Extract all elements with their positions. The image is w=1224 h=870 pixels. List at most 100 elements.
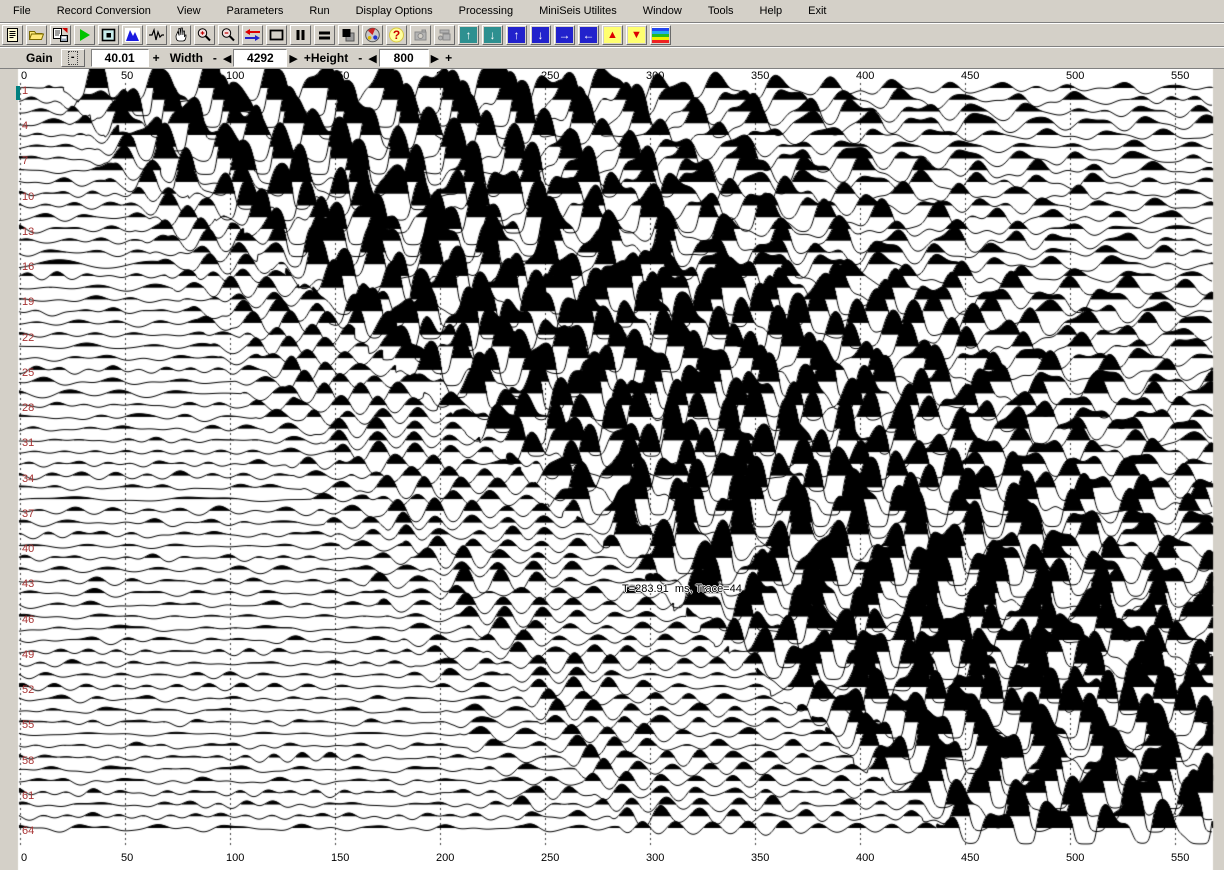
x-tick-bottom-250: 250	[541, 852, 559, 864]
new-record-button[interactable]	[2, 25, 23, 45]
gain-value-field[interactable]: 40.01	[91, 49, 149, 67]
gain-toolbar: Gain - 40.01 + Width - ◀ 4292 ▶ + Height…	[0, 47, 1224, 69]
trace-number-label-64: 64	[22, 825, 34, 837]
split-vertical-button[interactable]	[290, 25, 311, 45]
menu-item-display-options[interactable]: Display Options	[343, 1, 446, 21]
blue-left-arrow-icon: ←	[580, 27, 597, 43]
trace-number-label-16: 16	[22, 261, 34, 273]
disabled-tool-1-button[interactable]	[410, 25, 431, 45]
blue-up-arrow-icon: ↑	[508, 27, 525, 43]
help-button[interactable]: ?	[386, 25, 407, 45]
trace-number-label-46: 46	[22, 614, 34, 626]
menu-item-tools[interactable]: Tools	[695, 1, 747, 21]
svg-text:?: ?	[393, 28, 400, 42]
gain-decrease-button[interactable]: -	[61, 49, 85, 67]
gain-label: Gain	[26, 51, 53, 65]
x-tick-bottom-200: 200	[436, 852, 454, 864]
gain-down-button[interactable]: ↓	[482, 25, 503, 45]
gain-up-button[interactable]: ↑	[458, 25, 479, 45]
x-tick-bottom-550: 550	[1171, 852, 1189, 864]
histogram-icon	[124, 27, 141, 43]
width-label: Width	[170, 51, 203, 65]
play-icon	[76, 27, 93, 43]
overlap-squares-icon	[340, 27, 357, 43]
height-increase-button[interactable]: +	[445, 51, 452, 65]
menu-item-record-conversion[interactable]: Record Conversion	[44, 1, 164, 21]
x-tick-top-150: 150	[331, 70, 349, 82]
teal-up-arrow-icon: ↑	[460, 27, 477, 43]
x-tick-bottom-500: 500	[1066, 852, 1084, 864]
single-window-button[interactable]	[266, 25, 287, 45]
height-value-field[interactable]: 800	[379, 49, 429, 67]
width-spin-left-button[interactable]: ◀	[223, 52, 231, 65]
scroll-right-button[interactable]: →	[554, 25, 575, 45]
menu-item-view[interactable]: View	[164, 1, 214, 21]
menu-item-help[interactable]: Help	[747, 1, 796, 21]
height-decrease-button[interactable]: -	[358, 51, 362, 65]
swap-direction-button[interactable]	[242, 25, 263, 45]
seismic-wiggle-canvas[interactable]	[0, 69, 1224, 870]
menu-item-file[interactable]: File	[0, 1, 44, 21]
menu-item-exit[interactable]: Exit	[795, 1, 839, 21]
x-tick-bottom-300: 300	[646, 852, 664, 864]
trace-number-label-13: 13	[22, 226, 34, 238]
play-button[interactable]	[74, 25, 95, 45]
zoom-out-button[interactable]	[218, 25, 239, 45]
split-horizontal-button[interactable]	[314, 25, 335, 45]
amplitude-histogram-button[interactable]	[122, 25, 143, 45]
menu-item-miniseis-utilites[interactable]: MiniSeis Utilites	[526, 1, 630, 21]
blue-right-arrow-icon: →	[556, 27, 573, 43]
horizontal-bars-icon	[316, 27, 333, 43]
color-disc-icon	[364, 27, 381, 43]
open-file-button[interactable]	[26, 25, 47, 45]
page-icon	[4, 27, 21, 43]
height-spin-left-button[interactable]: ◀	[368, 52, 376, 65]
disabled-clip-icon	[436, 27, 453, 43]
scroll-left-button[interactable]: ←	[578, 25, 599, 45]
height-spin-right-button[interactable]: ▶	[431, 52, 439, 65]
x-tick-top-200: 200	[436, 70, 454, 82]
menu-item-window[interactable]: Window	[630, 1, 695, 21]
menu-item-run[interactable]: Run	[296, 1, 342, 21]
trace-number-label-55: 55	[22, 719, 34, 731]
wiggle-icon	[148, 27, 165, 43]
trace-number-label-52: 52	[22, 684, 34, 696]
hand-icon	[172, 27, 189, 43]
blue-down-arrow-icon: ↓	[532, 27, 549, 43]
menu-item-processing[interactable]: Processing	[446, 1, 526, 21]
gain-increase-button[interactable]: +	[153, 51, 160, 65]
trace-number-label-22: 22	[22, 332, 34, 344]
color-display-button[interactable]	[362, 25, 383, 45]
scroll-down-button[interactable]: ↓	[530, 25, 551, 45]
wiggle-trace-button[interactable]	[146, 25, 167, 45]
width-decrease-button[interactable]: -	[213, 51, 217, 65]
trace-number-label-40: 40	[22, 543, 34, 555]
stop-display-button[interactable]	[98, 25, 119, 45]
zoom-out-icon	[220, 27, 237, 43]
scroll-up-button[interactable]: ↑	[506, 25, 527, 45]
toolbar: ? ↑ ↓ ↑ ↓ → ← ▲▼	[0, 23, 1224, 47]
disabled-tool-2-button[interactable]	[434, 25, 455, 45]
save-page-icon	[52, 27, 69, 43]
zoom-in-button[interactable]	[194, 25, 215, 45]
cascade-windows-button[interactable]	[338, 25, 359, 45]
color-scale-button[interactable]	[650, 25, 671, 45]
x-tick-top-250: 250	[541, 70, 559, 82]
pan-button[interactable]	[170, 25, 191, 45]
polarity-up-button[interactable]: ▲	[602, 25, 623, 45]
width-increase-button[interactable]: +	[304, 51, 311, 65]
polarity-down-button[interactable]: ▼	[626, 25, 647, 45]
trace-number-label-61: 61	[22, 790, 34, 802]
width-value-field[interactable]: 4292	[233, 49, 287, 67]
cursor-readout-annotation: T=283.91 ms, Trace=44	[622, 583, 742, 595]
minus-glyph: -	[68, 51, 78, 65]
trace-number-label-37: 37	[22, 508, 34, 520]
trace-number-label-28: 28	[22, 402, 34, 414]
trace-number-label-10: 10	[22, 191, 34, 203]
menu-item-parameters[interactable]: Parameters	[214, 1, 297, 21]
save-record-button[interactable]	[50, 25, 71, 45]
trace-number-label-31: 31	[22, 437, 34, 449]
width-spin-right-button[interactable]: ▶	[289, 52, 297, 65]
trace-number-label-7: 7	[22, 155, 28, 167]
help-icon: ?	[388, 27, 405, 43]
